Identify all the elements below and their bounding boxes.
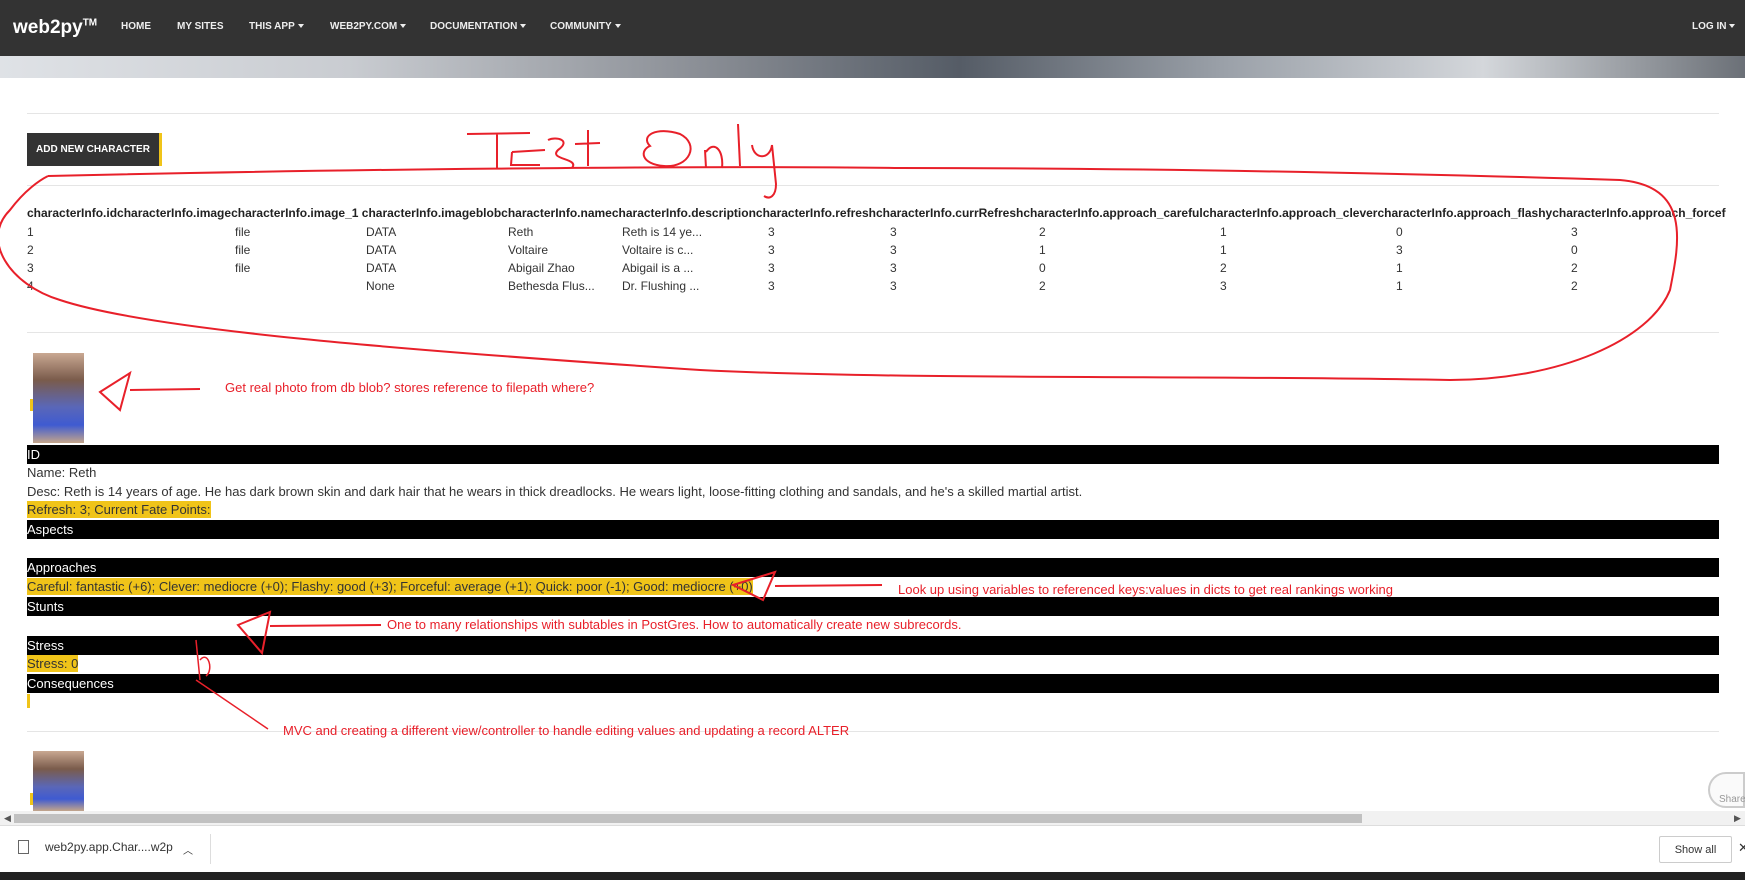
divider bbox=[210, 834, 211, 864]
annotation-lookup: Look up using variables to referenced ke… bbox=[898, 582, 1393, 597]
file-icon bbox=[18, 840, 29, 854]
download-item[interactable]: web2py.app.Char....w2p bbox=[18, 840, 173, 854]
scroll-left-icon[interactable]: ◀ bbox=[4, 813, 11, 824]
chevron-up-icon[interactable]: ︿ bbox=[183, 842, 193, 857]
scroll-right-icon[interactable]: ▶ bbox=[1734, 813, 1741, 824]
scrollbar-thumb[interactable] bbox=[14, 814, 1362, 823]
download-filename: web2py.app.Char....w2p bbox=[45, 840, 173, 854]
annotation-mvc: MVC and creating a different view/contro… bbox=[283, 723, 850, 738]
annotation-one-to-many: One to many relationships with subtables… bbox=[387, 617, 962, 632]
annotation-photo: Get real photo from db blob? stores refe… bbox=[225, 380, 595, 395]
horizontal-scrollbar[interactable]: ◀ ▶ bbox=[0, 811, 1745, 825]
share-button[interactable]: Share bbox=[1708, 772, 1745, 808]
annotation-scribbles bbox=[0, 123, 1679, 730]
download-bar: web2py.app.Char....w2p ︿ Show all ✕ bbox=[0, 825, 1745, 872]
taskbar-strip bbox=[0, 872, 1745, 880]
share-label: Share bbox=[1719, 794, 1745, 805]
show-all-button[interactable]: Show all bbox=[1659, 836, 1732, 863]
close-icon[interactable]: ✕ bbox=[1738, 840, 1745, 856]
